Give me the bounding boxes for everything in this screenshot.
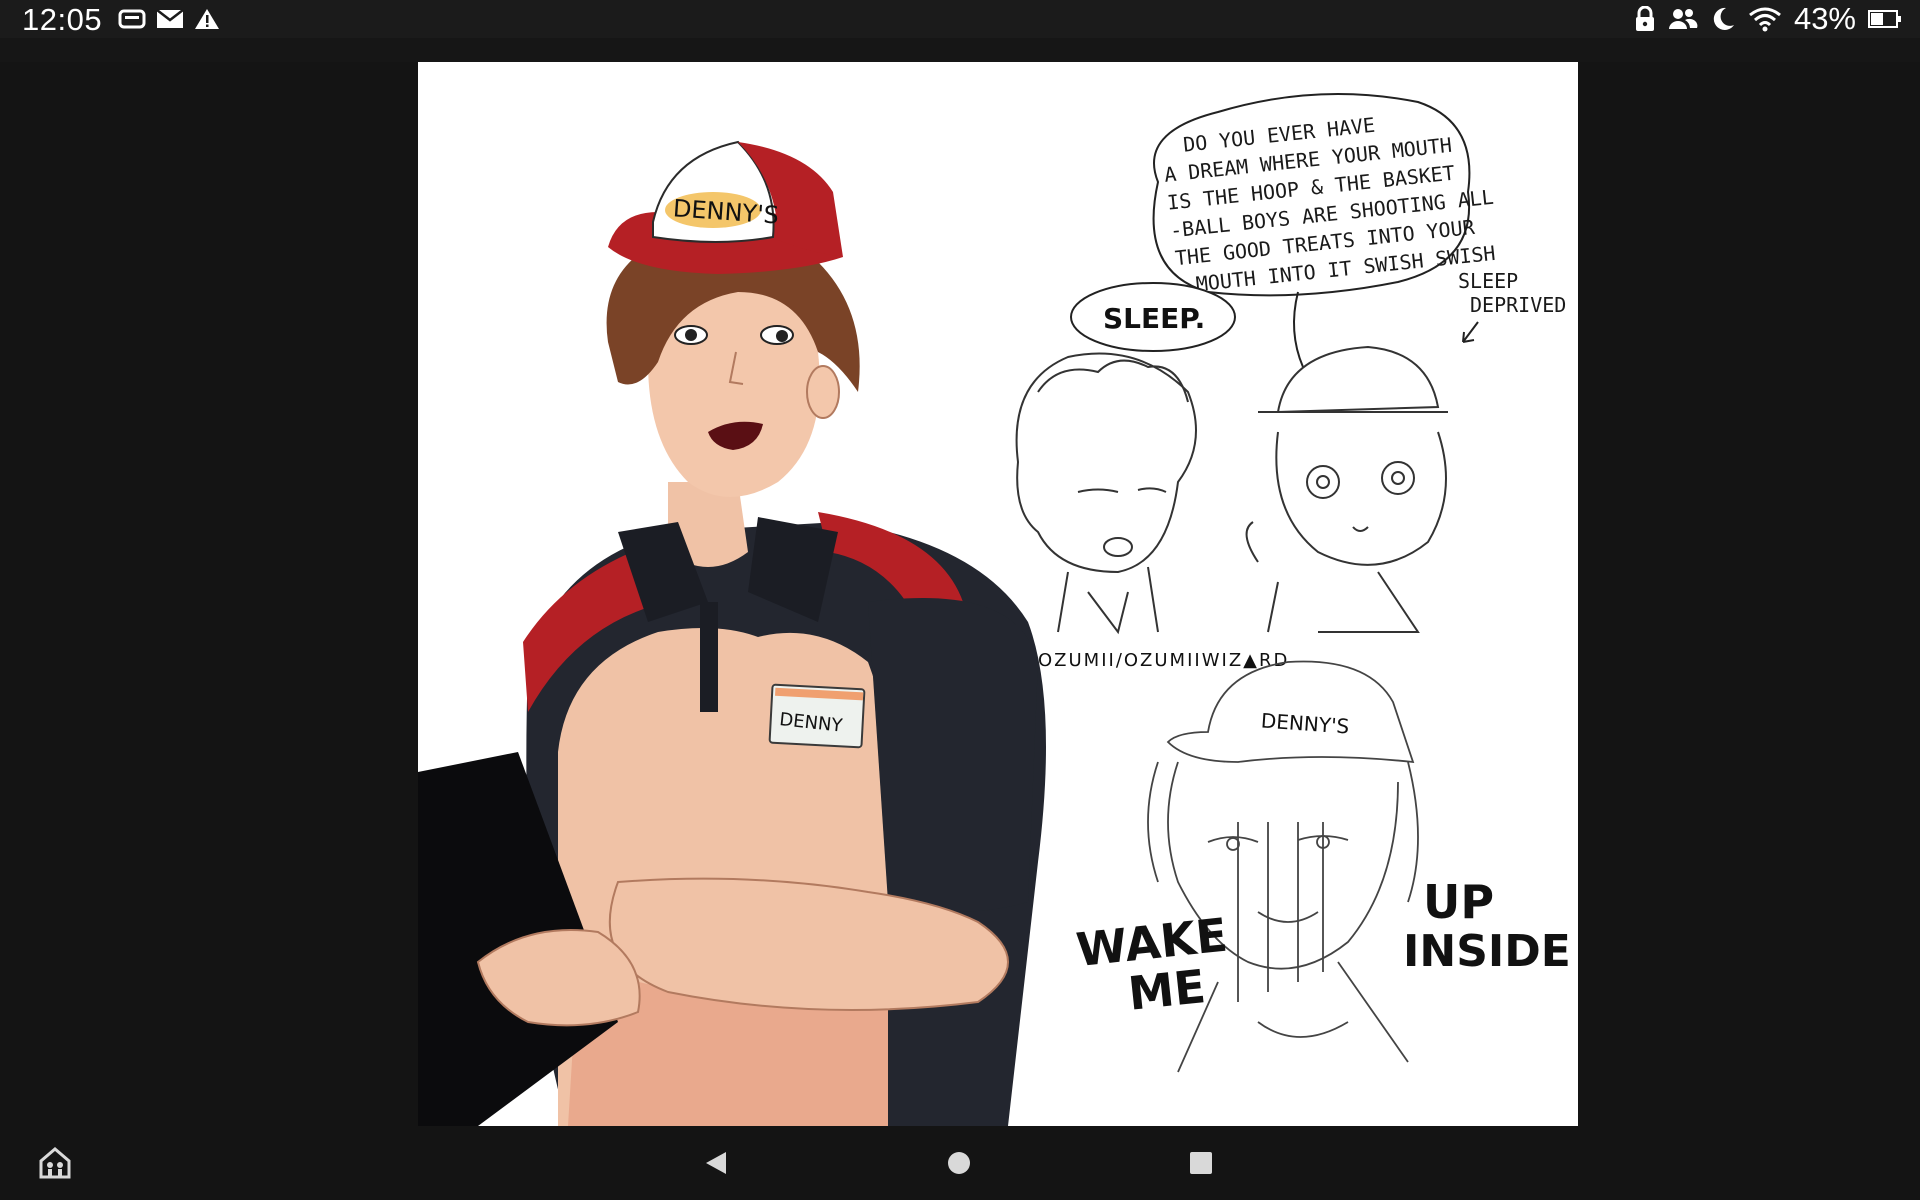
wifi-icon — [1749, 7, 1781, 32]
wake-text-3: UP — [1423, 875, 1494, 929]
chibi-sleepy — [1015, 352, 1197, 635]
accessibility-icon — [39, 1147, 71, 1179]
speech-bubble-text: SLEEP. — [1103, 302, 1205, 335]
name-tag: DENNY — [768, 683, 866, 749]
artwork: DENNY DENNY'S DO YOU EVER HAVE A DREAM W… — [418, 93, 1571, 1126]
home-button[interactable] — [936, 1140, 982, 1186]
wake-text-4: INSIDE — [1403, 926, 1571, 977]
chibi-deprived — [1245, 345, 1448, 633]
lock-icon — [1635, 6, 1654, 31]
mail-icon — [156, 9, 184, 28]
clock: 12:05 — [22, 2, 103, 37]
accessibility-button[interactable] — [32, 1140, 78, 1186]
viewer-top-bar — [0, 38, 1920, 62]
image-viewer[interactable]: DENNY DENNY'S DO YOU EVER HAVE A DREAM W… — [418, 62, 1578, 1126]
battery-icon — [1868, 10, 1901, 28]
artist-credit: OZUMII/OZUMIIWIZ▲RD — [1038, 650, 1289, 671]
home-icon — [948, 1152, 970, 1174]
status-bar: 12:05 43% — [0, 0, 1920, 38]
navigation-bar — [0, 1126, 1920, 1200]
note-line-1: SLEEP — [1458, 269, 1518, 293]
recents-button[interactable] — [1178, 1140, 1224, 1186]
people-icon — [1668, 9, 1698, 29]
gamepad-icon — [118, 9, 146, 29]
recents-icon — [1190, 1152, 1212, 1174]
warning-icon — [195, 9, 219, 29]
note-line-2: DEPRIVED — [1470, 293, 1566, 317]
sketch-cap-logo: DENNY'S — [1260, 708, 1350, 738]
back-icon — [706, 1152, 726, 1174]
back-button[interactable] — [694, 1140, 740, 1186]
moon-icon — [1713, 7, 1734, 30]
thought-text: DO YOU EVER HAVE A DREAM WHERE YOUR MOUT… — [1163, 113, 1496, 296]
sleeve-right — [868, 598, 1038, 912]
battery-percent: 43% — [1793, 1, 1856, 36]
wake-text-2: ME — [1126, 959, 1208, 1021]
cap: DENNY'S — [608, 140, 843, 274]
